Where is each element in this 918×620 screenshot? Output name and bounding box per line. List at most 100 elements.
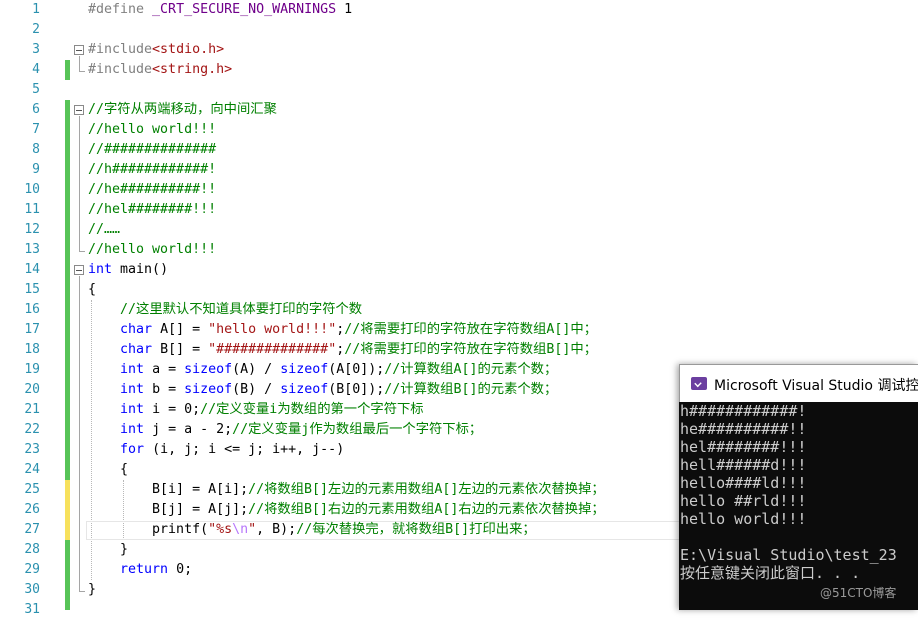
- collapse-icon[interactable]: [74, 105, 84, 115]
- line-number: 17: [24, 322, 40, 337]
- code-line[interactable]: 8 //##############: [0, 140, 918, 160]
- debug-console-window[interactable]: Microsoft Visual Studio 调试控 h###########…: [679, 364, 918, 610]
- line-number: 4: [32, 62, 40, 77]
- line-number: 21: [24, 402, 40, 417]
- code-text: //##############: [88, 140, 216, 160]
- line-number: 15: [24, 282, 40, 297]
- code-line[interactable]: 12 //……: [0, 220, 918, 240]
- code-line[interactable]: 9 //h############!: [0, 160, 918, 180]
- code-token: B[] =: [152, 342, 209, 357]
- console-output[interactable]: h############! he##########!! hel########!…: [679, 402, 918, 610]
- code-token: #define: [88, 2, 153, 17]
- code-line[interactable]: 2: [0, 20, 918, 40]
- code-line[interactable]: 3 #include<stdio.h>: [0, 40, 918, 60]
- line-number: 14: [24, 262, 40, 277]
- code-token: //计算数组A[]的元素个数；: [384, 362, 558, 377]
- line-number: 19: [24, 362, 40, 377]
- line-number: 24: [24, 462, 40, 477]
- code-token: //定义变量j作为数组最后一个字符下标；: [232, 422, 483, 437]
- code-token: <stdio.h>: [152, 42, 225, 57]
- code-token: b =: [144, 382, 185, 397]
- code-token: int: [120, 362, 145, 377]
- code-token: _CRT_SECURE_NO_WARNINGS: [152, 2, 337, 17]
- code-token: ": [248, 522, 257, 537]
- visual-studio-icon: [691, 377, 707, 390]
- code-line[interactable]: 1 #define _CRT_SECURE_NO_WARNINGS 1: [0, 0, 918, 20]
- code-line[interactable]: 11 //hel########!!!: [0, 200, 918, 220]
- code-line[interactable]: 17 char A[] = "hello world!!!";//将需要打印的字…: [0, 320, 918, 340]
- code-token: 0;: [168, 562, 193, 577]
- code-token: \n: [232, 522, 249, 537]
- code-text: return 0;: [88, 560, 192, 580]
- code-text: B[j] = A[j];//将数组B[]右边的元素用数组A[]右边的元素依次替换…: [88, 500, 605, 520]
- code-line[interactable]: 4 #include<string.h>: [0, 60, 918, 80]
- line-number: 8: [32, 142, 40, 157]
- line-number: 25: [24, 482, 40, 497]
- code-line[interactable]: 14 int main(): [0, 260, 918, 280]
- code-line[interactable]: 15 {: [0, 280, 918, 300]
- code-line[interactable]: 16 //这里默认不知道具体要打印的字符个数: [0, 300, 918, 320]
- line-number: 9: [32, 162, 40, 177]
- code-token: {: [88, 282, 97, 297]
- code-line[interactable]: 10 //he##########!!: [0, 180, 918, 200]
- code-token: for: [120, 442, 145, 457]
- line-number: 1: [32, 2, 40, 17]
- line-number: 28: [24, 542, 40, 557]
- code-text: #include<string.h>: [88, 60, 232, 80]
- line-number: 31: [24, 602, 40, 617]
- code-token: (A) /: [232, 362, 281, 377]
- code-token: sizeof: [184, 382, 233, 397]
- code-line[interactable]: 7 //hello world!!!: [0, 120, 918, 140]
- code-text: int j = a - 2;//定义变量j作为数组最后一个字符下标；: [88, 420, 482, 440]
- code-token: main(): [112, 262, 169, 277]
- code-token: #include: [88, 62, 153, 77]
- console-line: hell######d!!!: [680, 456, 807, 474]
- code-token: //……: [88, 222, 121, 237]
- collapse-icon[interactable]: [74, 265, 84, 275]
- line-number: 10: [24, 182, 40, 197]
- code-token: (B[0]);: [328, 382, 385, 397]
- code-token: i = 0;: [144, 402, 201, 417]
- code-token: }: [88, 542, 129, 557]
- code-token: //将需要打印的字符放在字符数组A[]中；: [344, 322, 597, 337]
- line-number: 2: [32, 22, 40, 37]
- code-token: int: [120, 422, 145, 437]
- code-line[interactable]: 6 //字符从两端移动，向中间汇聚: [0, 100, 918, 120]
- line-number: 13: [24, 242, 40, 257]
- line-number: 12: [24, 222, 40, 237]
- code-token: "hello world!!!": [208, 322, 337, 337]
- code-token: (A[0]);: [328, 362, 385, 377]
- code-token: #include: [88, 42, 153, 57]
- code-token: sizeof: [184, 362, 233, 377]
- code-line[interactable]: 18 char B[] = "##############";//将需要打印的字…: [0, 340, 918, 360]
- code-text: #define _CRT_SECURE_NO_WARNINGS 1: [88, 0, 352, 20]
- console-line: hel########!!!: [680, 438, 807, 456]
- code-text: int b = sizeof(B) / sizeof(B[0]);//计算数组B…: [88, 380, 557, 400]
- line-number: 11: [24, 202, 40, 217]
- console-title: Microsoft Visual Studio 调试控: [714, 378, 918, 394]
- code-text: //字符从两端移动，向中间汇聚: [88, 100, 277, 120]
- line-number: 27: [24, 522, 40, 537]
- code-line[interactable]: 5: [0, 80, 918, 100]
- code-token: //hel########!!!: [88, 202, 217, 217]
- code-token: sizeof: [280, 382, 329, 397]
- code-token: //定义变量i为数组的第一个字符下标: [200, 402, 424, 417]
- code-token: //hello world!!!: [88, 242, 217, 257]
- code-token: j = a - 2;: [144, 422, 233, 437]
- code-token: A[] =: [152, 322, 209, 337]
- code-text: #include<stdio.h>: [88, 40, 224, 60]
- code-line[interactable]: 13 //hello world!!!: [0, 240, 918, 260]
- code-token: {: [88, 462, 129, 477]
- watermark: @51CTO博客: [820, 586, 897, 600]
- collapse-icon[interactable]: [74, 45, 84, 55]
- code-token: //he##########!!: [88, 182, 217, 197]
- code-text: //he##########!!: [88, 180, 216, 200]
- code-token: (B) /: [232, 382, 281, 397]
- console-title-bar[interactable]: Microsoft Visual Studio 调试控: [679, 364, 918, 402]
- code-token: <string.h>: [152, 62, 233, 77]
- code-token: //##############: [88, 142, 217, 157]
